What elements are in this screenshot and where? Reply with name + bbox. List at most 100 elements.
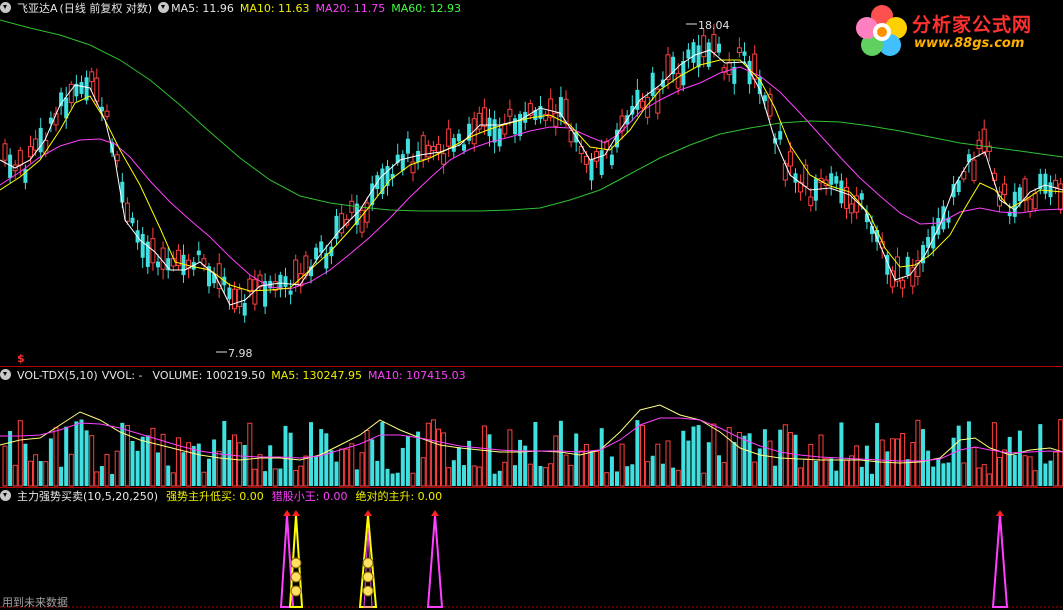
- candle: [74, 74, 79, 102]
- volume-bar: [425, 422, 431, 487]
- volume-bar: [354, 469, 359, 486]
- candle: [976, 131, 982, 157]
- indicator-title: 主力强势买卖(10,5,20,250): [17, 490, 159, 503]
- volume-bar: [324, 433, 329, 486]
- volume-bar: [314, 455, 319, 486]
- candle: [175, 244, 181, 271]
- candle: [1012, 183, 1017, 224]
- volume-bar: [844, 459, 849, 487]
- volume-bar: [803, 458, 809, 487]
- arrow-up-icon: [996, 510, 1004, 516]
- candle: [130, 212, 135, 227]
- indicator-strong: 强势主升低买: 0.00: [166, 490, 264, 503]
- volume-bar: [900, 433, 906, 487]
- indicator-header: 主力强势买卖(10,5,20,250) 强势主升低买: 0.00 猎股小王: 0.0…: [0, 488, 448, 506]
- stock-title: 飞亚达A: [17, 2, 58, 15]
- volume-value: VOLUME: 100219.50: [152, 369, 266, 382]
- volume-bar: [94, 471, 100, 487]
- volume-menu-icon[interactable]: [0, 369, 11, 380]
- volume-bar: [2, 445, 8, 487]
- volume-bar: [732, 442, 737, 486]
- candle: [497, 117, 502, 152]
- volume-bar: [625, 466, 630, 486]
- volume-bar: [681, 430, 686, 486]
- volume-bar: [349, 443, 355, 487]
- volume-bar: [268, 445, 273, 486]
- volume-bar: [818, 434, 824, 487]
- volume-bar: [548, 463, 554, 487]
- signal-spike-6: [991, 514, 1009, 608]
- volume-bar: [53, 427, 59, 487]
- volume-ma10: MA10: 107415.03: [367, 369, 466, 382]
- volume-bar: [518, 439, 523, 486]
- volume-bar: [278, 468, 283, 486]
- volume-bar: [507, 429, 513, 487]
- candle: [1027, 196, 1033, 218]
- candle: [196, 241, 201, 262]
- indicator-absolute: 绝对的主升: 0.00: [355, 490, 443, 503]
- candle: [104, 104, 110, 120]
- chart-mode: (日线 前复权 对数): [59, 2, 153, 15]
- volume-bar: [1032, 470, 1038, 487]
- volume-bar: [615, 471, 619, 486]
- volume-bar: [553, 435, 559, 487]
- volume-bar: [665, 440, 671, 487]
- volume-bar: [675, 469, 681, 487]
- candle: [420, 131, 426, 168]
- volume-bar: [329, 450, 334, 486]
- candle: [818, 168, 824, 191]
- candle: [971, 151, 977, 184]
- volume-bar: [247, 422, 253, 487]
- candle: [166, 247, 171, 279]
- volume-bar: [191, 445, 196, 486]
- volume-bar: [543, 467, 549, 487]
- volume-bar: [599, 428, 604, 486]
- volume-bar: [767, 440, 773, 487]
- candle: [895, 247, 900, 287]
- volume-bar: [263, 471, 268, 486]
- volume-bar: [976, 467, 982, 487]
- volume-bar: [926, 450, 931, 486]
- candle: [467, 116, 472, 145]
- volume-bar: [395, 472, 400, 486]
- volume-bar: [79, 419, 84, 486]
- candle: [986, 141, 992, 162]
- candle: [849, 197, 855, 224]
- logo-url: www.88gs.com: [914, 36, 1025, 51]
- low-label: 7.98: [228, 347, 253, 360]
- volume-bar: [201, 471, 207, 487]
- candle: [436, 135, 441, 161]
- volume-bar: [645, 461, 651, 487]
- price-ma-menu-icon[interactable]: [158, 2, 170, 13]
- volume-bar: [232, 434, 237, 487]
- volume-bar: [43, 461, 49, 487]
- volume-bar: [706, 442, 711, 486]
- volume-bar: [390, 473, 395, 486]
- candle: [747, 55, 752, 94]
- volume-bar: [563, 454, 569, 487]
- volume-bar: [130, 440, 135, 486]
- volume-bar: [619, 443, 625, 487]
- volume-bar: [319, 429, 324, 486]
- candle: [441, 144, 447, 174]
- volume-bar: [481, 425, 487, 487]
- candle: [89, 67, 95, 91]
- volume-bar: [212, 439, 217, 486]
- candle: [212, 267, 217, 289]
- volume-bar: [446, 467, 452, 487]
- volume-bar: [640, 424, 645, 487]
- price-menu-icon[interactable]: [0, 2, 11, 13]
- volume-bar: [227, 439, 232, 486]
- volume-bar: [686, 440, 691, 486]
- indicator-menu-icon[interactable]: [0, 490, 11, 501]
- volume-bars: [2, 419, 1063, 487]
- volume-bar: [910, 442, 916, 487]
- volume-bar: [166, 465, 171, 486]
- chart-canvas[interactable]: 18.04 7.98 $: [0, 0, 1063, 609]
- candle: [329, 241, 334, 265]
- signal-spike-5: [426, 514, 444, 608]
- volume-bar: [721, 462, 727, 487]
- volume-bar: [1038, 424, 1043, 486]
- volume-bar: [981, 464, 987, 487]
- indicator-hunter: 猎股小王: 0.00: [271, 490, 348, 503]
